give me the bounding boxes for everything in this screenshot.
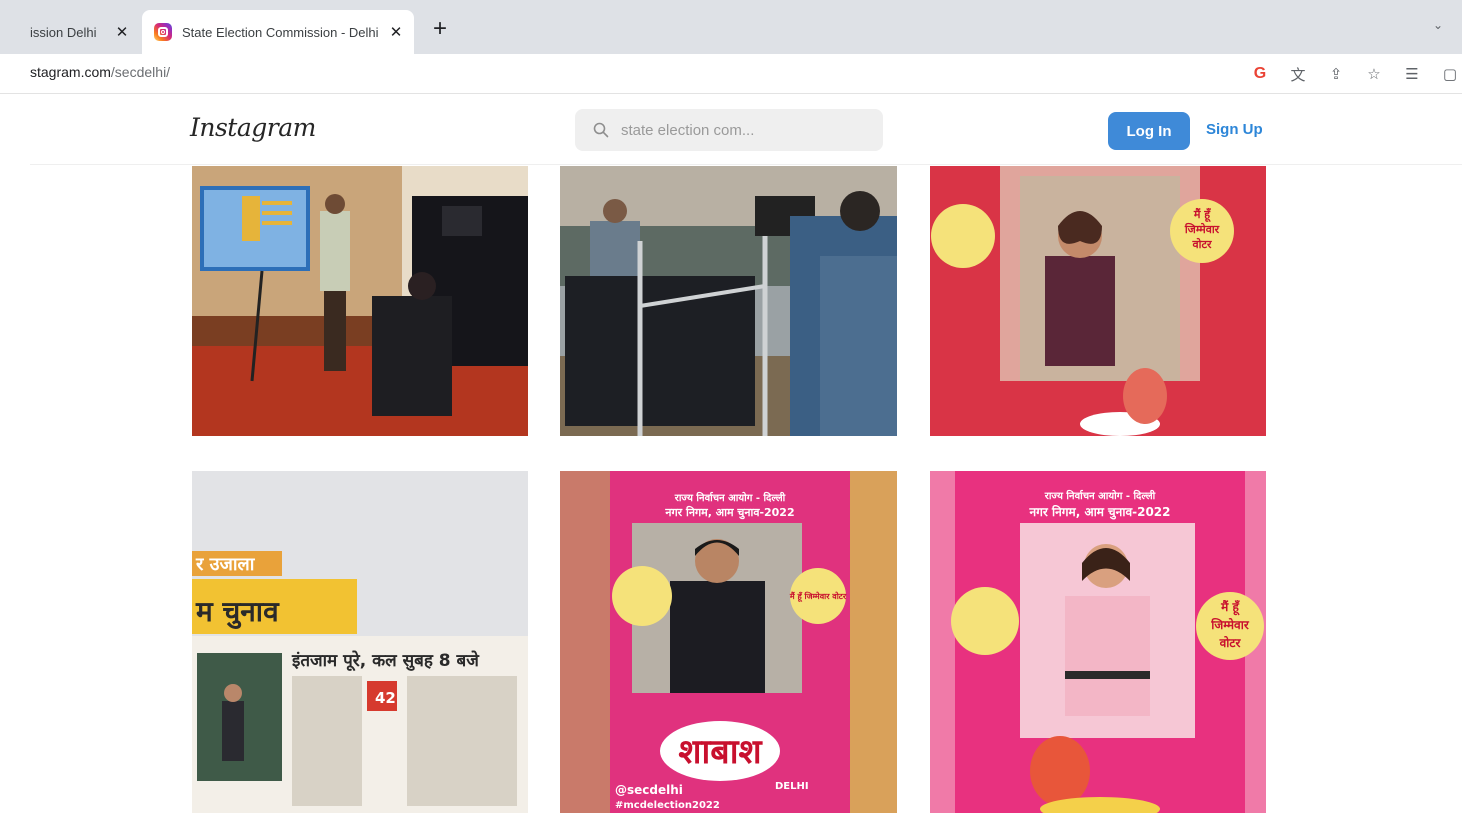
post-text: DELHI [775, 781, 809, 792]
instagram-logo[interactable]: Instagram [190, 113, 316, 142]
browser-tab-active[interactable]: State Election Commission - Delhi ✕ [142, 10, 414, 54]
post-image [192, 166, 528, 436]
post-text: जिम्मेवार [1184, 222, 1220, 236]
post-text: इंतजाम पूरे, कल सुबह 8 बजे [291, 650, 480, 672]
translate-icon[interactable]: 文 [1286, 62, 1310, 86]
post-text: जिम्मेवार [1210, 618, 1250, 632]
post-text: नगर निगम, आम चुनाव-2022 [1029, 505, 1171, 520]
search-icon [593, 122, 609, 138]
browser-address-bar: stagram.com/secdelhi/ G 文 ⇪ ☆ ☰ ▢ [0, 54, 1462, 94]
toolbar-icons: G 文 ⇪ ☆ ☰ ▢ [1234, 62, 1462, 86]
share-icon[interactable]: ⇪ [1324, 62, 1348, 86]
post-image: र उजाला म चुनाव इंतजाम पूरे, कल सुबह 8 ब… [192, 471, 528, 813]
new-tab-icon[interactable]: + [428, 17, 452, 42]
post-text: र उजाला [195, 554, 256, 575]
browser-tab-strip: ission Delhi ✕ State Election Commission… [0, 0, 1462, 54]
post-image: राज्य निर्वाचन आयोग - दिल्ली नगर निगम, आ… [930, 471, 1266, 813]
post-image [560, 166, 897, 436]
post-text: राज्य निर्वाचन आयोग - दिल्ली [674, 491, 786, 504]
tab-title: ission Delhi [30, 24, 97, 40]
tab-search-chevron-icon[interactable]: ⌄ [1428, 18, 1448, 38]
bookmark-star-icon[interactable]: ☆ [1362, 62, 1386, 86]
post-text: मैं हूँ जिम्मेवार वोटर [789, 591, 847, 602]
post-text: म चुनाव [195, 595, 280, 629]
close-tab-icon[interactable]: ✕ [112, 22, 132, 42]
signup-link[interactable]: Sign Up [1206, 121, 1263, 138]
post-text: राज्य निर्वाचन आयोग - दिल्ली [1044, 489, 1156, 502]
post-text: मैं हूँ [1193, 207, 1211, 223]
post-thumbnail[interactable] [560, 166, 897, 436]
browser-tab-inactive[interactable]: ission Delhi ✕ [0, 10, 140, 54]
tab-title: State Election Commission - Delhi [182, 24, 379, 40]
close-tab-icon[interactable]: ✕ [386, 22, 406, 42]
login-button[interactable]: Log In [1108, 112, 1190, 150]
reading-list-icon[interactable]: ☰ [1400, 62, 1424, 86]
side-panel-icon[interactable]: ▢ [1438, 62, 1462, 86]
instagram-header: Instagram Log In Sign Up [30, 95, 1462, 165]
search-input[interactable] [621, 121, 861, 139]
post-text: 42 [375, 689, 396, 707]
post-text: #mcdelection2022 [615, 800, 720, 811]
url-field[interactable]: stagram.com/secdelhi/ [30, 64, 170, 80]
post-thumbnail[interactable] [192, 166, 528, 436]
post-thumbnail[interactable]: मैं हूँ जिम्मेवार वोटर [930, 166, 1266, 436]
url-path: /secdelhi/ [110, 64, 171, 80]
url-host: stagram.com [30, 64, 111, 80]
post-thumbnail[interactable]: र उजाला म चुनाव इंतजाम पूरे, कल सुबह 8 ब… [192, 471, 528, 813]
post-text: मैं हूँ [1220, 600, 1240, 616]
post-text: नगर निगम, आम चुनाव-2022 [664, 505, 794, 520]
post-text: वोटर [1219, 636, 1242, 650]
post-thumbnail[interactable]: राज्य निर्वाचन आयोग - दिल्ली नगर निगम, आ… [930, 471, 1266, 813]
post-image: राज्य निर्वाचन आयोग - दिल्ली नगर निगम, आ… [560, 471, 897, 813]
search-box[interactable] [575, 109, 883, 151]
post-thumbnail[interactable]: राज्य निर्वाचन आयोग - दिल्ली नगर निगम, आ… [560, 471, 897, 813]
post-image: मैं हूँ जिम्मेवार वोटर [930, 166, 1266, 436]
post-text: शाबाश [678, 732, 763, 772]
post-text: वोटर [1191, 237, 1212, 251]
google-icon[interactable]: G [1248, 62, 1272, 86]
instagram-favicon-icon [154, 23, 172, 41]
post-text: @secdelhi [615, 783, 683, 797]
